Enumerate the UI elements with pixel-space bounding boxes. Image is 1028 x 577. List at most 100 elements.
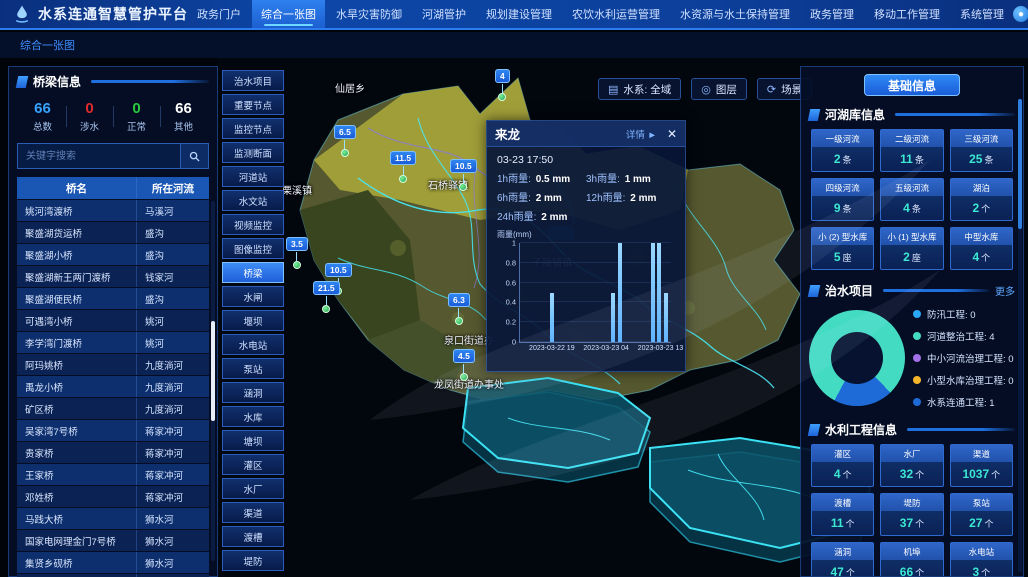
layer-item-水厂[interactable]: 水厂: [222, 478, 284, 499]
info-card-渡槽[interactable]: 渡槽11个: [811, 493, 874, 536]
map-value-marker[interactable]: 21.5: [313, 278, 340, 313]
map-value-marker[interactable]: 10.5: [450, 156, 477, 191]
table-header-row: 桥名所在河流: [17, 177, 209, 199]
search-input[interactable]: [17, 143, 181, 169]
popup-title: 来龙: [495, 124, 520, 143]
search-button[interactable]: [181, 143, 209, 169]
layer-item-水文站[interactable]: 水文站: [222, 190, 284, 211]
map-value-marker[interactable]: 6.3: [448, 290, 470, 325]
nav-item-政务管理[interactable]: 政务管理: [801, 0, 863, 28]
breadcrumb[interactable]: 综合一张图: [0, 37, 75, 53]
info-card-湖泊[interactable]: 湖泊2个: [950, 178, 1013, 221]
table-row[interactable]: 邓姓桥蒋家冲河: [17, 486, 209, 507]
popup-detail-link[interactable]: 详情 ►: [626, 127, 657, 141]
table-row[interactable]: 贵家桥蒋家冲河: [17, 442, 209, 463]
layer-item-河道站[interactable]: 河道站: [222, 166, 284, 187]
layer-item-重要节点[interactable]: 重要节点: [222, 94, 284, 115]
table-row[interactable]: 矿区桥九度淌河: [17, 398, 209, 419]
table-row[interactable]: 阿玛姚桥九度淌河: [17, 354, 209, 375]
nav-item-移动工作管理[interactable]: 移动工作管理: [865, 0, 949, 28]
card-value: 11条: [881, 147, 942, 171]
layer-item-监测断面[interactable]: 监测断面: [222, 142, 284, 163]
nav-item-综合一张图[interactable]: 综合一张图: [252, 0, 325, 28]
layer-item-灌区[interactable]: 灌区: [222, 454, 284, 475]
map-value-marker[interactable]: 11.5: [390, 148, 416, 183]
info-card-涵洞[interactable]: 涵洞47个: [811, 542, 874, 577]
table-row[interactable]: 李学湾门渡桥姚河: [17, 332, 209, 353]
info-card-堤防[interactable]: 堤防37个: [880, 493, 943, 536]
layer-item-堰坝[interactable]: 堰坝: [222, 310, 284, 331]
card-label: 涵洞: [812, 543, 873, 560]
legend-dot: [913, 310, 921, 318]
layer-item-水电站[interactable]: 水电站: [222, 334, 284, 355]
table-row[interactable]: 姚河湾渡桥马溪河: [17, 200, 209, 221]
info-card-小 (1) 型水库[interactable]: 小 (1) 型水库2座: [880, 227, 943, 270]
table-row[interactable]: 王家桥蒋家冲河: [17, 464, 209, 485]
info-card-中型水库[interactable]: 中型水库4个: [950, 227, 1013, 270]
river-name-cell: 蒋家冲河: [136, 486, 209, 507]
y-tick-label: 0.2: [506, 318, 520, 327]
table-row[interactable]: 聚盛湖新王两门渡桥钱家河: [17, 266, 209, 287]
map-value-marker[interactable]: 4.5: [453, 346, 475, 381]
map-control-label: 图层: [716, 82, 737, 97]
table-row[interactable]: 禹龙小桥九度淌河: [17, 376, 209, 397]
map-control-水系: 全域[interactable]: ▤水系: 全域: [598, 78, 681, 100]
basic-info-tab[interactable]: 基础信息: [864, 74, 960, 96]
map-control-图层[interactable]: ◎图层: [691, 78, 747, 100]
info-card-二级河流[interactable]: 二级河流11条: [880, 129, 943, 172]
info-card-水电站[interactable]: 水电站3个: [950, 542, 1013, 577]
info-card-泵站[interactable]: 泵站27个: [950, 493, 1013, 536]
table-row[interactable]: 聚盛湖便民桥盛沟: [17, 288, 209, 309]
table-row[interactable]: 可遇湾小桥姚河: [17, 310, 209, 331]
layer-item-桥梁[interactable]: 桥梁: [222, 262, 284, 283]
user-menu[interactable]: ● hkub42080261 ▼: [1013, 6, 1028, 22]
info-card-小 (2) 型水库[interactable]: 小 (2) 型水库5座: [811, 227, 874, 270]
layer-item-图像监控[interactable]: 图像监控: [222, 238, 284, 259]
table-row[interactable]: 吴家湾7号桥蒋家冲河: [17, 420, 209, 441]
layer-item-视频监控[interactable]: 视频监控: [222, 214, 284, 235]
layer-item-治水项目[interactable]: 治水项目: [222, 70, 284, 91]
nav-item-水旱灾害防御[interactable]: 水旱灾害防御: [327, 0, 411, 28]
layer-item-堤防[interactable]: 堤防: [222, 550, 284, 571]
nav-item-河湖管护[interactable]: 河湖管护: [413, 0, 475, 28]
table-row[interactable]: 国家电网理金门7号桥狮水河: [17, 530, 209, 551]
marker-pin-icon: [341, 149, 349, 157]
layer-item-塘坝[interactable]: 塘坝: [222, 430, 284, 451]
layer-item-渠道[interactable]: 渠道: [222, 502, 284, 523]
marker-pin-icon: [399, 175, 407, 183]
panel-scrollbar[interactable]: [1018, 99, 1022, 572]
nav-item-农饮水利运营管理[interactable]: 农饮水利运营管理: [563, 0, 669, 28]
rain-metric: 12h雨量: 2 mm: [586, 189, 675, 204]
info-card-一级河流[interactable]: 一级河流2条: [811, 129, 874, 172]
info-card-水厂[interactable]: 水厂32个: [880, 444, 943, 487]
map-value-marker[interactable]: 6.5: [334, 122, 356, 157]
nav-item-系统管理[interactable]: 系统管理: [951, 0, 1013, 28]
section-chip-icon: [808, 109, 821, 121]
info-card-灌区[interactable]: 灌区4个: [811, 444, 874, 487]
table-row[interactable]: 聚盛湖小桥盛沟: [17, 244, 209, 265]
info-card-渠道[interactable]: 渠道1037个: [950, 444, 1013, 487]
layer-item-泵站[interactable]: 泵站: [222, 358, 284, 379]
layer-item-水闸[interactable]: 水闸: [222, 286, 284, 307]
info-card-五级河流[interactable]: 五级河流4条: [880, 178, 943, 221]
table-row[interactable]: 集贤乡砚桥狮水河: [17, 552, 209, 573]
layer-item-涵洞[interactable]: 涵洞: [222, 382, 284, 403]
river-name-cell: 马溪河: [136, 200, 209, 221]
nav-item-政务门户[interactable]: 政务门户: [188, 0, 250, 28]
map-value-marker[interactable]: 4: [495, 66, 510, 101]
info-card-机埠[interactable]: 机埠66个: [880, 542, 943, 577]
more-link[interactable]: 更多: [995, 283, 1015, 298]
table-row[interactable]: 马践大桥狮水河: [17, 508, 209, 529]
map-value-marker[interactable]: 3.5: [286, 234, 308, 269]
card-label: 湖泊: [951, 179, 1012, 196]
table-row[interactable]: 聚盛湖货运桥盛沟: [17, 222, 209, 243]
table-scrollbar[interactable]: [211, 201, 215, 561]
layer-item-监控节点[interactable]: 监控节点: [222, 118, 284, 139]
layer-item-水库[interactable]: 水库: [222, 406, 284, 427]
nav-item-水资源与水土保持管理[interactable]: 水资源与水土保持管理: [671, 0, 799, 28]
close-icon[interactable]: ✕: [667, 127, 677, 141]
info-card-三级河流[interactable]: 三级河流25条: [950, 129, 1013, 172]
nav-item-规划建设管理[interactable]: 规划建设管理: [477, 0, 561, 28]
info-card-四级河流[interactable]: 四级河流9条: [811, 178, 874, 221]
layer-item-渡槽[interactable]: 渡槽: [222, 526, 284, 547]
